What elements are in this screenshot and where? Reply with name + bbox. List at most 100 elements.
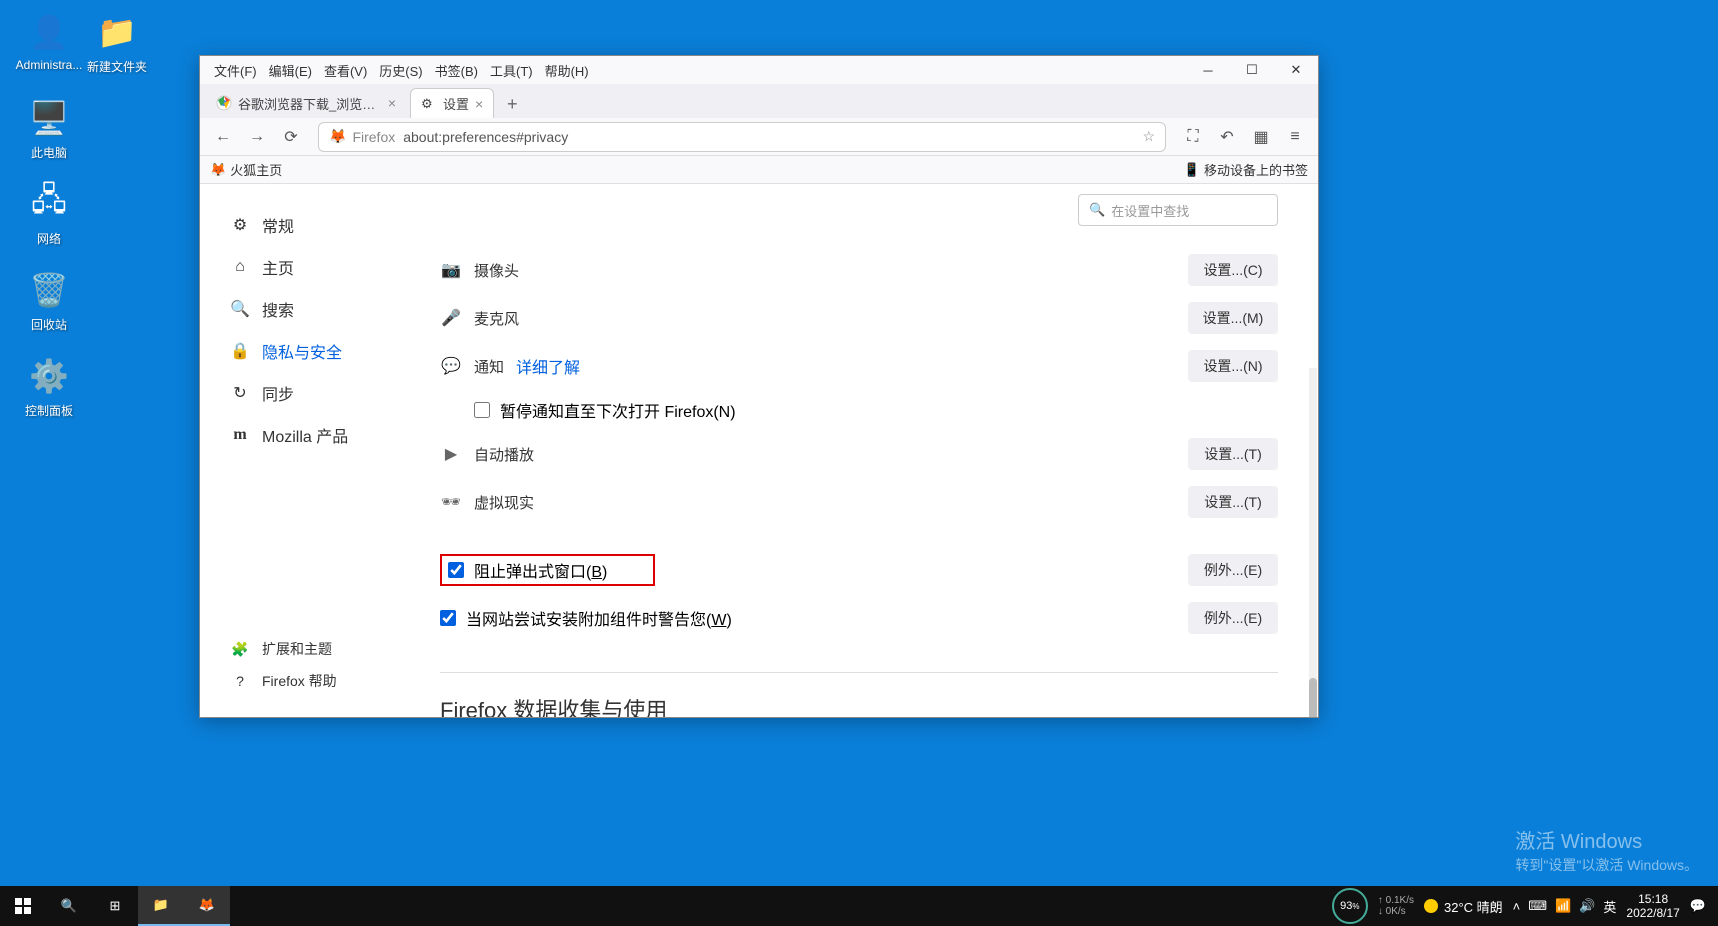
sync-icon: ↻ — [230, 383, 250, 403]
popup-block-checkbox[interactable] — [448, 562, 464, 578]
settings-main: 🔍 在设置中查找 📷 摄像头 设置...(C) 🎤 麦克风 设置...(M) 💬… — [430, 184, 1318, 717]
bookmark-star-icon[interactable]: ☆ — [1142, 128, 1155, 145]
addon-warn-checkbox[interactable] — [440, 610, 456, 626]
url-bar[interactable]: 🦊 Firefox about:preferences#privacy ☆ — [318, 122, 1166, 152]
sidebar-item-sync[interactable]: ↻同步 — [230, 372, 400, 414]
search-icon: 🔍 — [1089, 202, 1105, 218]
menu-icon[interactable]: ≡ — [1280, 122, 1310, 152]
divider — [440, 672, 1278, 673]
tab-chrome-download[interactable]: 谷歌浏览器下载_浏览器官网入口 × — [206, 88, 406, 118]
windows-activation-watermark: 激活 Windows 转到"设置"以激活 Windows。 — [1515, 828, 1698, 876]
back-button[interactable]: ← — [208, 122, 238, 152]
popup-highlight: 阻止弹出式窗口(B) — [440, 554, 655, 586]
menu-history[interactable]: 历史(S) — [373, 59, 428, 82]
bookmark-mobile[interactable]: 📱 移动设备上的书签 — [1184, 160, 1308, 179]
sidebar-item-general[interactable]: ⚙常规 — [230, 204, 400, 246]
taskbar-explorer[interactable]: 📁 — [138, 886, 184, 926]
apps-icon[interactable]: ▦ — [1246, 122, 1276, 152]
close-window-button[interactable]: ✕ — [1274, 56, 1318, 84]
taskbar: 🔍 ⊞ 📁 🦊 93% ↑ 0.1K/s ↓ 0K/s 32°C 晴朗 ˄ ⌨ … — [0, 886, 1718, 926]
monitor-icon: 🖥️ — [27, 96, 71, 140]
desktop-icon-admin[interactable]: 👤Administra... — [14, 10, 84, 72]
forward-button[interactable]: → — [242, 122, 272, 152]
help-icon: ? — [230, 673, 250, 689]
taskbar-firefox[interactable]: 🦊 — [184, 886, 230, 926]
desktop-icon-thispc[interactable]: 🖥️此电脑 — [14, 96, 84, 161]
menu-file[interactable]: 文件(F) — [208, 59, 263, 82]
search-settings-input[interactable]: 🔍 在设置中查找 — [1078, 194, 1278, 226]
reload-button[interactable]: ⟳ — [276, 122, 306, 152]
popup-exceptions-button[interactable]: 例外...(E) — [1188, 554, 1278, 586]
bookmark-home[interactable]: 🦊 火狐主页 — [210, 160, 282, 179]
tab-bar: 谷歌浏览器下载_浏览器官网入口 × ⚙ 设置 × + — [200, 84, 1318, 118]
setting-vr: 🕶 虚拟现实 设置...(T) — [440, 478, 1278, 526]
wifi-icon[interactable]: 📶 — [1555, 898, 1571, 914]
settings-sidebar: ⚙常规 ⌂主页 🔍搜索 🔒隐私与安全 ↻同步 mMozilla 产品 🧩扩展和主… — [200, 184, 430, 717]
maximize-button[interactable]: ☐ — [1230, 56, 1274, 84]
vr-settings-button[interactable]: 设置...(T) — [1188, 486, 1278, 518]
chevron-up-icon[interactable]: ˄ — [1513, 899, 1521, 914]
clock[interactable]: 15:18 2022/8/17 — [1626, 892, 1679, 921]
desktop-icon-network[interactable]: 🖧网络 — [14, 182, 84, 247]
home-icon: ⌂ — [230, 258, 250, 276]
sidebar-item-products[interactable]: mMozilla 产品 — [230, 414, 400, 456]
notif-learn-more-link[interactable]: 详细了解 — [516, 354, 580, 378]
addon-exceptions-button[interactable]: 例外...(E) — [1188, 602, 1278, 634]
desktop-icon-control[interactable]: ⚙️控制面板 — [14, 354, 84, 419]
menu-tools[interactable]: 工具(T) — [484, 59, 539, 82]
minimize-button[interactable]: ─ — [1186, 56, 1230, 84]
user-icon: 👤 — [27, 10, 71, 54]
puzzle-icon: 🧩 — [230, 641, 250, 658]
sidebar-item-extensions[interactable]: 🧩扩展和主题 — [230, 633, 337, 665]
gear-icon: ⚙ — [230, 215, 250, 235]
network-icon: 🖧 — [27, 182, 71, 226]
sidebar-item-search[interactable]: 🔍搜索 — [230, 288, 400, 330]
firefox-icon: 🦊 — [210, 162, 226, 178]
menu-view[interactable]: 查看(V) — [318, 59, 373, 82]
ime-indicator[interactable]: 英 — [1603, 897, 1616, 916]
weather-widget[interactable]: 32°C 晴朗 — [1424, 897, 1503, 916]
settings-content: ⚙常规 ⌂主页 🔍搜索 🔒隐私与安全 ↻同步 mMozilla 产品 🧩扩展和主… — [200, 184, 1318, 717]
start-button[interactable] — [0, 886, 46, 926]
sidebar-item-home[interactable]: ⌂主页 — [230, 246, 400, 288]
lock-icon: 🔒 — [230, 341, 250, 361]
firefox-window: 文件(F) 编辑(E) 查看(V) 历史(S) 书签(B) 工具(T) 帮助(H… — [199, 55, 1319, 718]
menu-edit[interactable]: 编辑(E) — [263, 59, 318, 82]
chat-icon: 💬 — [440, 356, 462, 376]
screenshot-icon[interactable]: ⛶ — [1178, 122, 1208, 152]
sidebar-item-help[interactable]: ?Firefox 帮助 — [230, 665, 337, 697]
close-tab-icon[interactable]: × — [475, 96, 483, 112]
setting-addon-warn: 当网站尝试安装附加组件时警告您(W) 例外...(E) — [440, 594, 1278, 642]
nav-bar: ← → ⟳ 🦊 Firefox about:preferences#privac… — [200, 118, 1318, 156]
menu-bookmarks[interactable]: 书签(B) — [429, 59, 484, 82]
scrollbar-thumb[interactable] — [1309, 678, 1317, 717]
notification-icon[interactable]: 💬 — [1690, 898, 1706, 914]
mobile-icon: 📱 — [1184, 162, 1200, 178]
control-icon: ⚙️ — [27, 354, 71, 398]
menu-help[interactable]: 帮助(H) — [539, 59, 595, 82]
scrollbar[interactable] — [1309, 368, 1317, 717]
desktop-icon-recycle[interactable]: 🗑️回收站 — [14, 268, 84, 333]
sidebar-item-privacy[interactable]: 🔒隐私与安全 — [230, 330, 400, 372]
mic-settings-button[interactable]: 设置...(M) — [1188, 302, 1278, 334]
camera-settings-button[interactable]: 设置...(C) — [1188, 254, 1278, 286]
search-button[interactable]: 🔍 — [46, 886, 92, 926]
mic-icon: 🎤 — [440, 308, 462, 328]
keyboard-icon[interactable]: ⌨ — [1528, 898, 1547, 914]
desktop-icon-newfolder[interactable]: 📁新建文件夹 — [82, 10, 152, 75]
pause-notif-checkbox[interactable] — [474, 402, 490, 418]
volume-icon[interactable]: 🔊 — [1579, 898, 1595, 914]
battery-indicator[interactable]: 93% — [1332, 888, 1368, 924]
data-section-title: Firefox 数据收集与使用 — [440, 693, 1278, 717]
autoplay-settings-button[interactable]: 设置...(T) — [1188, 438, 1278, 470]
tab-settings[interactable]: ⚙ 设置 × — [410, 88, 494, 118]
setting-notifications: 💬 通知 详细了解 设置...(N) — [440, 342, 1278, 390]
notif-settings-button[interactable]: 设置...(N) — [1188, 350, 1278, 382]
taskview-button[interactable]: ⊞ — [92, 886, 138, 926]
close-tab-icon[interactable]: × — [388, 95, 396, 111]
setting-autoplay: ▶ 自动播放 设置...(T) — [440, 430, 1278, 478]
undo-icon[interactable]: ↶ — [1212, 122, 1242, 152]
mozilla-icon: m — [230, 426, 250, 444]
new-tab-button[interactable]: + — [498, 90, 526, 118]
sun-icon — [1424, 899, 1438, 913]
